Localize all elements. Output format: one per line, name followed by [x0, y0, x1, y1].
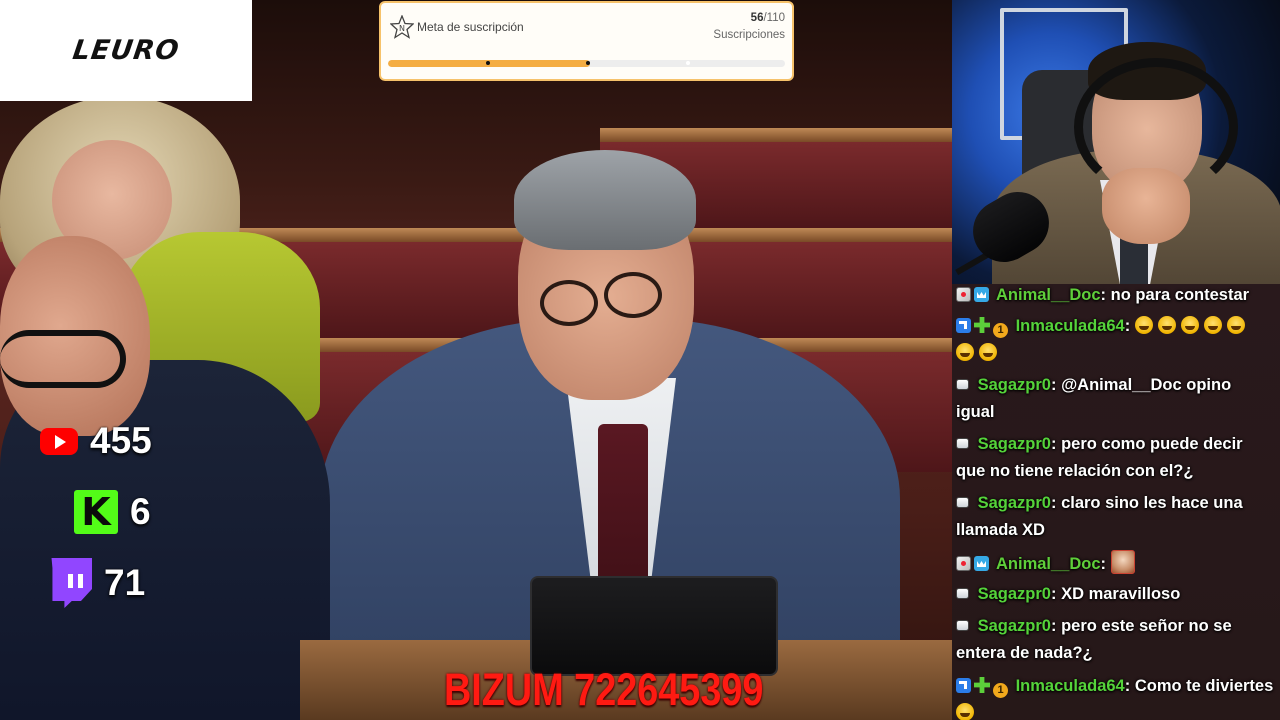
mod-badge-icon — [956, 618, 970, 633]
stream-video — [0, 0, 952, 720]
chat-text: no para contestar — [1110, 286, 1250, 304]
youtube-viewer-count: 455 — [90, 420, 152, 461]
sub-badge-icon — [956, 556, 971, 571]
laughing-emote-icon — [1203, 316, 1222, 334]
chat-message: Sagazpr0: pero este señor no se entera d… — [956, 613, 1274, 667]
chat-separator: : — [1050, 376, 1062, 394]
youtube-viewers: 455 — [40, 420, 152, 462]
chat-username[interactable]: Sagazpr0 — [978, 376, 1051, 394]
crown-badge-icon — [974, 287, 989, 302]
chat-username[interactable]: Sagazpr0 — [978, 585, 1051, 603]
laughing-emote-icon — [956, 343, 974, 361]
laughing-emote-icon — [1134, 316, 1153, 334]
one-badge-icon: 1 — [993, 323, 1008, 338]
goal-current: 56 — [750, 12, 764, 24]
chat-message: Sagazpr0: claro sino les hace una llamad… — [956, 490, 1274, 544]
mod-badge-icon — [956, 495, 970, 510]
speaker-glasses — [604, 272, 662, 318]
mod-badge-icon — [956, 586, 970, 601]
tablet — [530, 576, 778, 676]
star-icon: N — [390, 15, 414, 39]
bizum-banner: BIZUM 722645399 — [444, 664, 764, 715]
goal-title: Meta de suscripción — [417, 20, 524, 34]
chat-username[interactable]: Sagazpr0 — [978, 617, 1051, 635]
speaker-glasses — [540, 280, 598, 326]
svg-text:N: N — [399, 24, 405, 33]
sub-badge-icon — [956, 287, 971, 302]
chat-username[interactable]: Animal__Doc — [996, 286, 1101, 304]
twitch-viewers: 71 — [40, 558, 145, 608]
subscription-goal-widget: N Meta de suscripción 56/110 Suscripcion… — [379, 1, 794, 81]
chat-message: 1 Inmaculada64: Como te diviertes — [956, 673, 1274, 720]
chat-message: Sagazpr0: XD maravilloso — [956, 581, 1274, 608]
laughing-emote-icon — [956, 703, 974, 720]
foreground-person-glasses — [0, 330, 126, 388]
goal-count: 56/110 — [751, 12, 785, 24]
chat-message: Animal__Doc: no para contestar — [956, 284, 1274, 309]
laughing-emote-icon — [1180, 316, 1199, 334]
mod-badge-icon — [956, 377, 970, 392]
chat-username[interactable]: Inmaculada64 — [1016, 677, 1125, 695]
goal-milestone-marker — [686, 61, 690, 65]
chat-message: 1 Inmaculada64: — [956, 313, 1274, 367]
kick-icon: K — [74, 490, 118, 534]
goal-milestone-marker — [486, 61, 490, 65]
chat-username[interactable]: Animal__Doc — [996, 555, 1101, 573]
laughing-emote-icon — [1157, 316, 1176, 334]
mod-badge-icon — [956, 436, 970, 451]
arrow-badge-icon — [956, 678, 971, 693]
plus-badge-icon — [974, 677, 990, 693]
chat-text: XD maravilloso — [1061, 585, 1181, 603]
chat-message: Sagazpr0: @Animal__Doc opino igual — [956, 372, 1274, 426]
laughing-emote-icon — [1226, 316, 1245, 334]
chat-separator: : — [1050, 585, 1062, 603]
chat-separator: : — [1050, 435, 1062, 453]
twitch-icon — [51, 558, 92, 608]
goal-label: Suscripciones — [713, 29, 785, 41]
plus-badge-icon — [974, 317, 990, 333]
streamer-webcam — [952, 0, 1280, 284]
chat-separator: : — [1100, 286, 1111, 304]
kick-viewers: K 6 — [42, 490, 151, 534]
chat-separator: : — [1100, 555, 1111, 573]
arrow-badge-icon — [956, 318, 971, 333]
chat-separator: : — [1124, 677, 1135, 695]
bench — [600, 128, 952, 142]
channel-logo: LEURO — [0, 0, 252, 101]
crown-badge-icon — [974, 556, 989, 571]
image-emote-icon — [1110, 550, 1135, 574]
chat-message: Sagazpr0: pero como puede decir que no t… — [956, 431, 1274, 485]
chat-separator: : — [1050, 494, 1062, 512]
goal-total: /110 — [763, 12, 785, 24]
chat-text: Como te diviertes — [1134, 677, 1274, 695]
chat-separator: : — [1124, 317, 1135, 335]
chat-username[interactable]: Inmaculada64 — [1016, 317, 1125, 335]
chat-message: Animal__Doc: — [956, 550, 1274, 578]
chat-separator: : — [1050, 617, 1062, 635]
goal-milestone-marker — [586, 61, 590, 65]
chat-username[interactable]: Sagazpr0 — [978, 494, 1051, 512]
logo-text: LEURO — [70, 35, 182, 66]
streamer-hand — [1102, 168, 1190, 244]
chat-overlay: Animal__Doc: no para contestar 1 Inmacul… — [952, 284, 1280, 720]
kick-viewer-count: 6 — [130, 491, 151, 532]
one-badge-icon: 1 — [993, 683, 1008, 698]
speaker-hair — [514, 150, 696, 250]
chat-username[interactable]: Sagazpr0 — [978, 435, 1051, 453]
youtube-icon — [40, 427, 78, 455]
laughing-emote-icon — [979, 343, 997, 361]
twitch-viewer-count: 71 — [104, 562, 146, 603]
